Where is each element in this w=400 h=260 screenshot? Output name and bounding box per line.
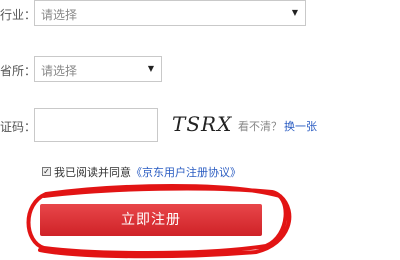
annotation-scribble: [26, 184, 292, 259]
